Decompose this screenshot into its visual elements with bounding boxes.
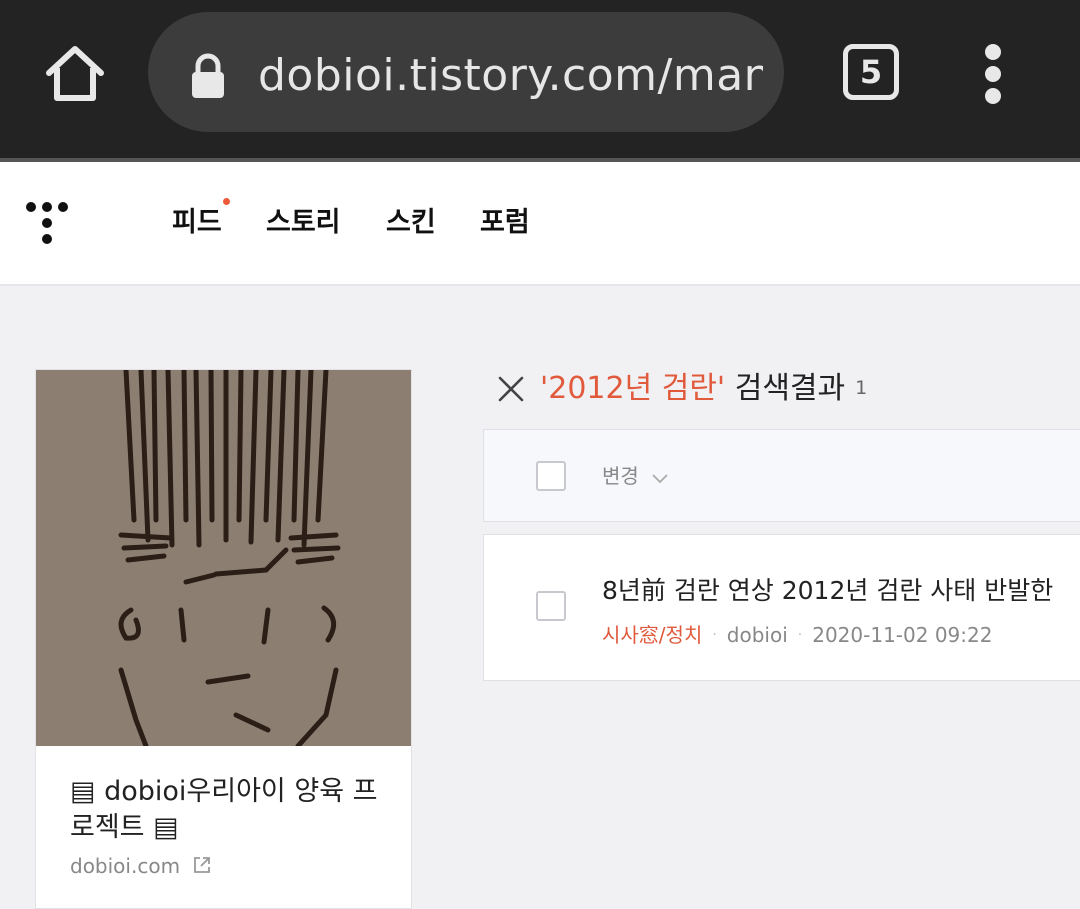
blog-domain-text: dobioi.com — [70, 854, 181, 878]
nav-item-label: 포럼 — [480, 207, 530, 238]
external-link-icon — [192, 855, 212, 880]
site-header: 피드 스토리 스킨 포럼 — [0, 162, 1080, 286]
post-title[interactable]: 8년前 검란 연상 2012년 검란 사태 반발한 — [602, 571, 1053, 607]
close-icon[interactable] — [497, 375, 525, 403]
search-term: '2012년 검란' — [540, 371, 726, 406]
blog-title[interactable]: ▤ dobioi우리아이 양육 프로젝트 ▤ — [70, 774, 390, 846]
address-bar[interactable]: dobioi.tistory.com/manage/posts — [148, 12, 784, 132]
post-category[interactable]: 시사窓/정치 — [602, 623, 702, 647]
blog-domain-link[interactable]: dobioi.com — [70, 854, 212, 880]
post-checkbox[interactable] — [536, 591, 566, 621]
home-icon[interactable] — [40, 40, 110, 110]
new-indicator-dot — [223, 198, 230, 205]
select-all-checkbox[interactable] — [536, 461, 566, 491]
blog-avatar-image[interactable] — [36, 370, 411, 749]
result-count: 1 — [855, 377, 868, 399]
post-list-item: 8년前 검란 연상 2012년 검란 사태 반발한 시사窓/정치 · dobioi ·… — [483, 534, 1080, 681]
nav-item-skin[interactable]: 스킨 — [386, 198, 436, 248]
search-result-heading: '2012년 검란' 검색결과 1 — [540, 363, 867, 413]
meta-separator: · — [712, 627, 717, 643]
post-list-header: 변경 — [483, 429, 1080, 522]
nav-item-feed[interactable]: 피드 — [172, 198, 222, 248]
lock-icon — [190, 52, 226, 102]
nav-item-label: 스킨 — [386, 207, 436, 238]
tab-switcher-button[interactable]: 5 — [843, 44, 899, 100]
blog-profile-card: ▤ dobioi우리아이 양육 프로젝트 ▤ dobioi.com — [35, 369, 412, 909]
post-author: dobioi — [726, 623, 788, 647]
meta-separator: · — [797, 627, 803, 643]
more-vertical-icon[interactable] — [975, 44, 1015, 104]
post-meta: 시사窓/정치 · dobioi · 2020-11-02 09:22 — [602, 619, 992, 648]
nav-item-label: 피드 — [172, 207, 222, 238]
nav-item-forum[interactable]: 포럼 — [480, 198, 530, 248]
search-suffix: 검색결과 — [725, 371, 846, 406]
chevron-down-icon — [651, 466, 669, 490]
change-label: 변경 — [602, 464, 639, 488]
tistory-logo-icon[interactable] — [22, 198, 72, 248]
change-dropdown[interactable]: 변경 — [602, 460, 669, 490]
browser-toolbar: dobioi.tistory.com/manage/posts 5 — [0, 0, 1080, 158]
post-datetime: 2020-11-02 09:22 — [812, 623, 993, 647]
nav-item-story[interactable]: 스토리 — [266, 198, 341, 248]
url-text[interactable]: dobioi.tistory.com/manage/posts — [258, 46, 763, 106]
nav-item-label: 스토리 — [266, 207, 341, 238]
